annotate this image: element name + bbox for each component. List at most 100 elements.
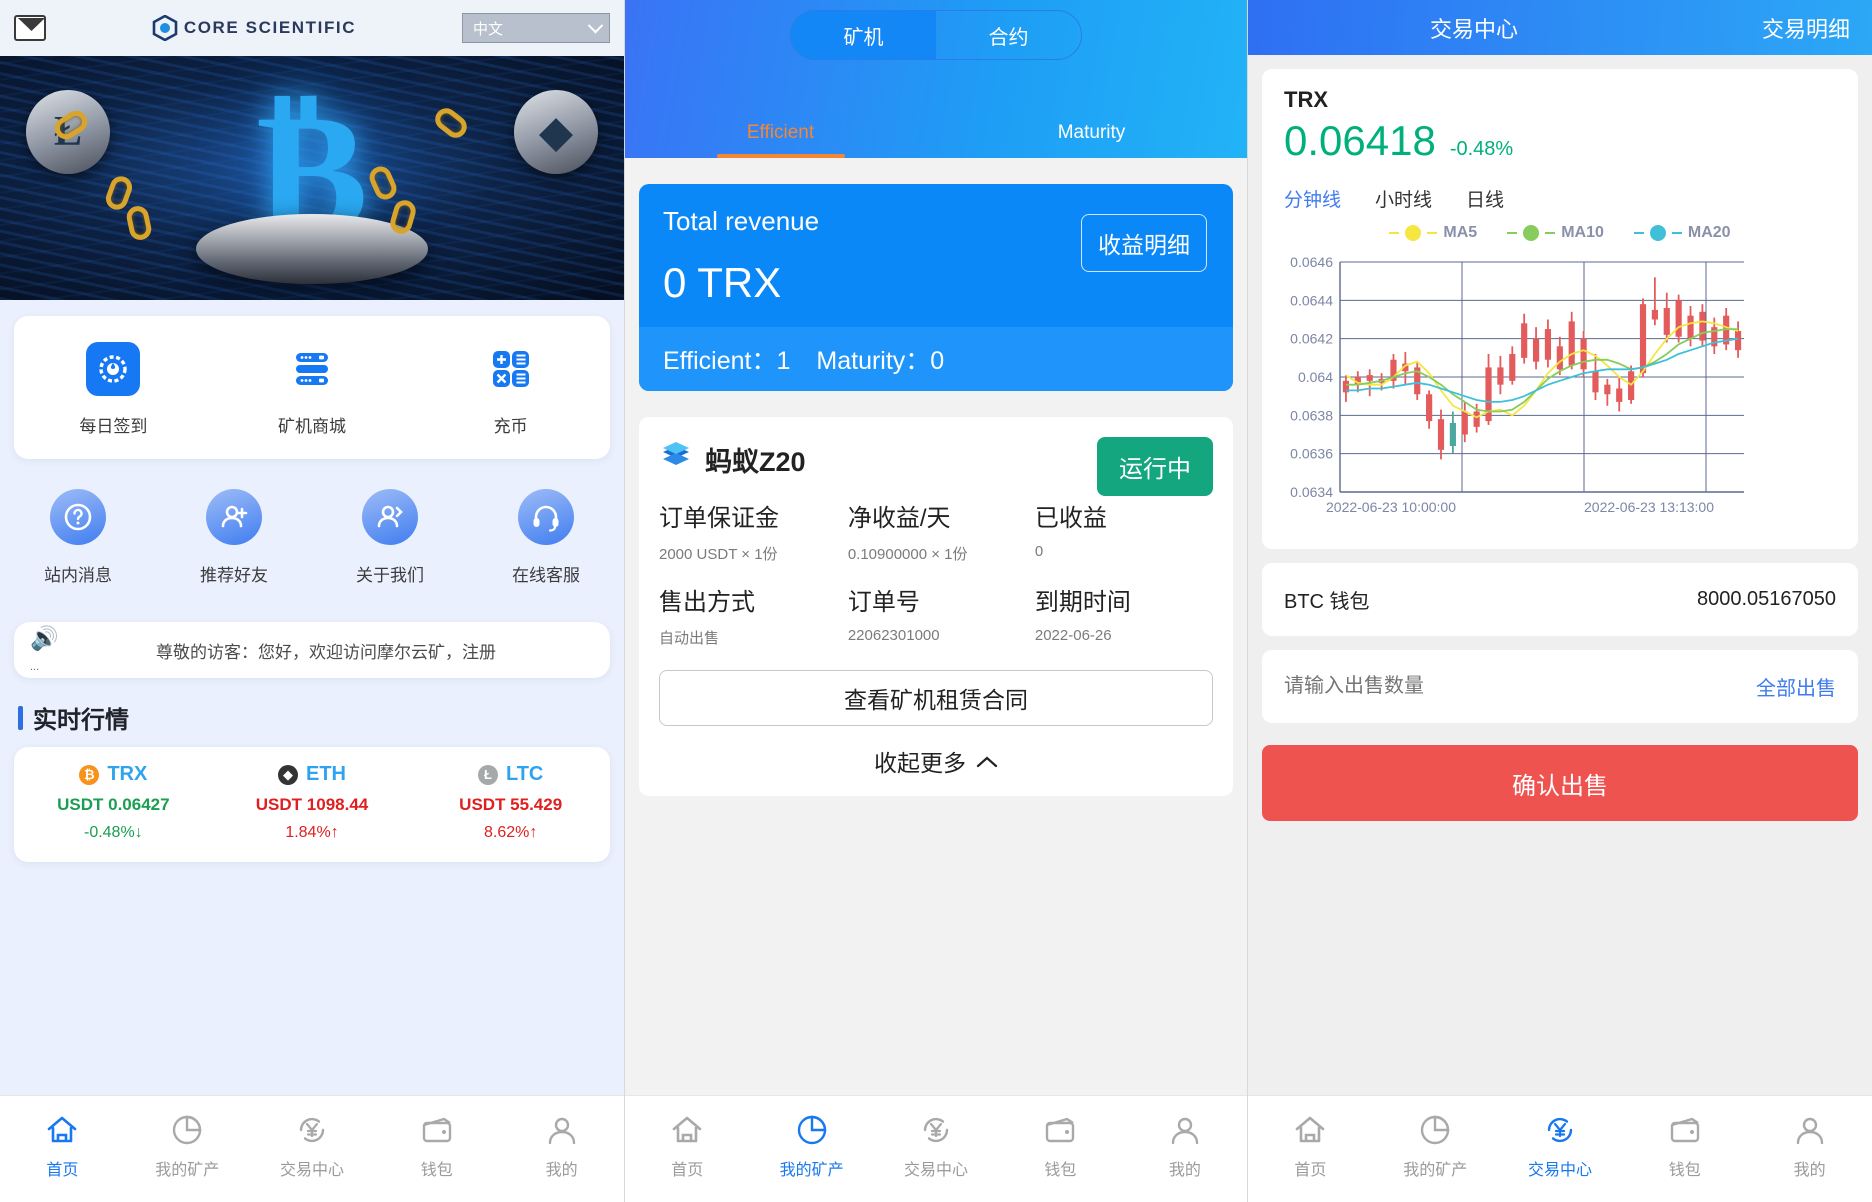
machine-row-headers-1: 订单保证金 2000 USDT × 1份 净收益/天 0.10900000 × 1份… <box>659 498 1213 564</box>
svg-text:2022-06-23 13:13:00: 2022-06-23 13:13:00 <box>1584 499 1714 515</box>
svg-text:0.0644: 0.0644 <box>1290 292 1333 308</box>
tab-home[interactable]: 首页 <box>0 1113 125 1180</box>
subtab-efficient[interactable]: Efficient <box>625 122 936 158</box>
mining-header: 矿机 合约 Efficient Maturity <box>625 0 1247 158</box>
segment-miner[interactable]: 矿机 <box>791 11 936 59</box>
ticker-change: 1.84%↑ <box>285 824 338 842</box>
subtab-maturity[interactable]: Maturity <box>936 122 1247 158</box>
tab-home[interactable]: 首页 <box>625 1113 749 1180</box>
tab-label: 我的 <box>1168 1161 1201 1179</box>
tab-label: 我的矿产 <box>1403 1161 1468 1179</box>
tab-my-mining[interactable]: 我的矿产 <box>125 1113 250 1180</box>
svg-text:0.0642: 0.0642 <box>1290 331 1333 347</box>
interval-tab-hour[interactable]: 小时线 <box>1375 185 1432 212</box>
tab-label: 首页 <box>1294 1161 1327 1179</box>
interval-tab-minute[interactable]: 分钟线 <box>1284 185 1341 212</box>
stacked-layers-icon <box>659 439 693 480</box>
quote-chart-card: TRX 0.06418 -0.48% 分钟线 小时线 日线 MA5 MA10 M… <box>1262 69 1858 549</box>
revenue-detail-button[interactable]: 收益明细 <box>1081 214 1207 272</box>
chart-legend: MA5 MA10 MA20 <box>1262 218 1858 242</box>
sell-amount-input[interactable] <box>1284 675 1756 698</box>
quote-price: 0.06418 <box>1284 117 1436 164</box>
wallet-icon <box>420 1113 454 1147</box>
interval-tab-day[interactable]: 日线 <box>1466 185 1504 212</box>
tab-my-mining[interactable]: 我的矿产 <box>749 1113 873 1180</box>
announcement-dots: ... <box>30 661 40 673</box>
mining-tabbar: 首页 我的矿产 交易中心 钱包 我的 <box>625 1095 1247 1202</box>
quick-action-deposit[interactable]: 充币 <box>411 342 610 437</box>
trade-tabbar: 首页 我的矿产 交易中心 钱包 我的 <box>1248 1095 1872 1202</box>
field-head: 订单号 <box>847 589 920 616</box>
tab-trade-center[interactable]: 交易中心 <box>250 1113 375 1180</box>
ticker-item-trx[interactable]: ₿ TRX USDT 0.06427 -0.48%↓ <box>14 763 213 842</box>
trade-detail-link[interactable]: 交易明细 <box>1762 12 1850 44</box>
legend-label: MA5 <box>1443 224 1478 241</box>
tab-label: 交易中心 <box>904 1161 969 1179</box>
pie-chart-icon <box>170 1113 204 1147</box>
tab-profile[interactable]: 我的 <box>499 1113 624 1180</box>
total-revenue-card: Total revenue 0 TRX 收益明细 Efficient：1 Mat… <box>639 184 1233 391</box>
announcement-bar[interactable]: 🔊... 尊敬的访客：您好，欢迎访问摩尔云矿，注册 <box>14 622 610 678</box>
mining-segmented-control: 矿机 合约 <box>790 10 1082 60</box>
confirm-sell-button[interactable]: 确认出售 <box>1262 745 1858 821</box>
efficient-label: Efficient： <box>663 347 777 375</box>
tab-profile[interactable]: 我的 <box>1747 1113 1872 1180</box>
mail-icon[interactable] <box>14 15 46 41</box>
tab-label: 钱包 <box>420 1161 453 1179</box>
tab-label: 我的 <box>545 1161 578 1179</box>
machine-field: 已收益 0 <box>1035 498 1213 564</box>
trade-header-title: 交易中心 <box>1430 16 1519 42</box>
quick-action-shop[interactable]: 矿机商城 <box>213 342 412 437</box>
machine-name: 蚂蚁Z20 <box>705 447 806 477</box>
svg-text:2022-06-23 10:00:00: 2022-06-23 10:00:00 <box>1326 499 1456 515</box>
tab-trade-center[interactable]: 交易中心 <box>874 1113 998 1180</box>
quick-actions-grid: 每日签到 矿机商城 充币 <box>14 316 610 459</box>
language-select[interactable]: 中文 <box>461 13 610 43</box>
arrow-up-icon: ↑ <box>529 824 538 841</box>
market-title-text: 实时行情 <box>33 707 129 734</box>
legend-ma20[interactable]: MA20 <box>1633 224 1731 242</box>
field-head: 到期时间 <box>1034 589 1131 616</box>
field-head: 净收益/天 <box>847 505 951 532</box>
collapse-more-button[interactable]: 收起更多 <box>659 744 1213 778</box>
view-contract-button[interactable]: 查看矿机租赁合同 <box>659 670 1213 726</box>
secondary-action-label: 推荐好友 <box>200 566 268 585</box>
arrow-up-icon: ↑ <box>330 824 339 841</box>
field-value: 2000 USDT × 1份 <box>659 546 778 563</box>
tab-wallet[interactable]: 钱包 <box>374 1113 499 1180</box>
secondary-action-about[interactable]: 关于我们 <box>312 489 468 586</box>
secondary-action-messages[interactable]: 站内消息 <box>0 489 156 586</box>
quick-action-checkin[interactable]: 每日签到 <box>14 342 213 437</box>
svg-text:0.0646: 0.0646 <box>1290 254 1333 270</box>
ticker-price: USDT 0.06427 <box>57 795 170 814</box>
tab-profile[interactable]: 我的 <box>1123 1113 1247 1180</box>
ticker-item-eth[interactable]: ◆ ETH USDT 1098.44 1.84%↑ <box>213 763 412 842</box>
headset-support-icon <box>518 489 574 545</box>
legend-ma10[interactable]: MA10 <box>1507 224 1604 242</box>
ticker-item-ltc[interactable]: Ł LTC USDT 55.429 8.62%↑ <box>411 763 610 842</box>
legend-ma5[interactable]: MA5 <box>1389 224 1477 242</box>
ticker-symbol: LTC <box>505 763 544 785</box>
segment-contract[interactable]: 合约 <box>936 11 1081 59</box>
ethereum-coin-graphic: ◆ <box>514 90 598 174</box>
candlestick-chart[interactable]: 0.0634 0.0636 0.0638 0.064 0.0642 0.0644 0.064… <box>1262 242 1858 549</box>
wallet-icon <box>1668 1113 1702 1147</box>
svg-text:0.0634: 0.0634 <box>1290 484 1333 500</box>
brand-logo: CORE SCIENTIFIC <box>152 15 356 41</box>
sell-all-button[interactable]: 全部出售 <box>1756 672 1836 701</box>
tab-label: 我的 <box>1793 1161 1826 1179</box>
revenue-top: Total revenue 0 TRX 收益明细 <box>639 184 1233 327</box>
tab-my-mining[interactable]: 我的矿产 <box>1373 1113 1498 1180</box>
ticker-symbol: ETH <box>306 763 346 785</box>
tab-wallet[interactable]: 钱包 <box>998 1113 1122 1180</box>
panel-mining: 矿机 合约 Efficient Maturity Total revenue 0… <box>624 0 1248 1202</box>
maturity-count: Maturity：0 <box>816 341 944 377</box>
quick-action-label: 矿机商城 <box>278 417 346 436</box>
secondary-action-invite[interactable]: 推荐好友 <box>156 489 312 586</box>
tab-home[interactable]: 首页 <box>1248 1113 1373 1180</box>
tab-wallet[interactable]: 钱包 <box>1622 1113 1747 1180</box>
home-icon <box>670 1113 704 1147</box>
tab-trade-center[interactable]: 交易中心 <box>1498 1113 1623 1180</box>
secondary-action-support[interactable]: 在线客服 <box>468 489 624 586</box>
eth-coin-icon: ◆ <box>278 764 298 785</box>
